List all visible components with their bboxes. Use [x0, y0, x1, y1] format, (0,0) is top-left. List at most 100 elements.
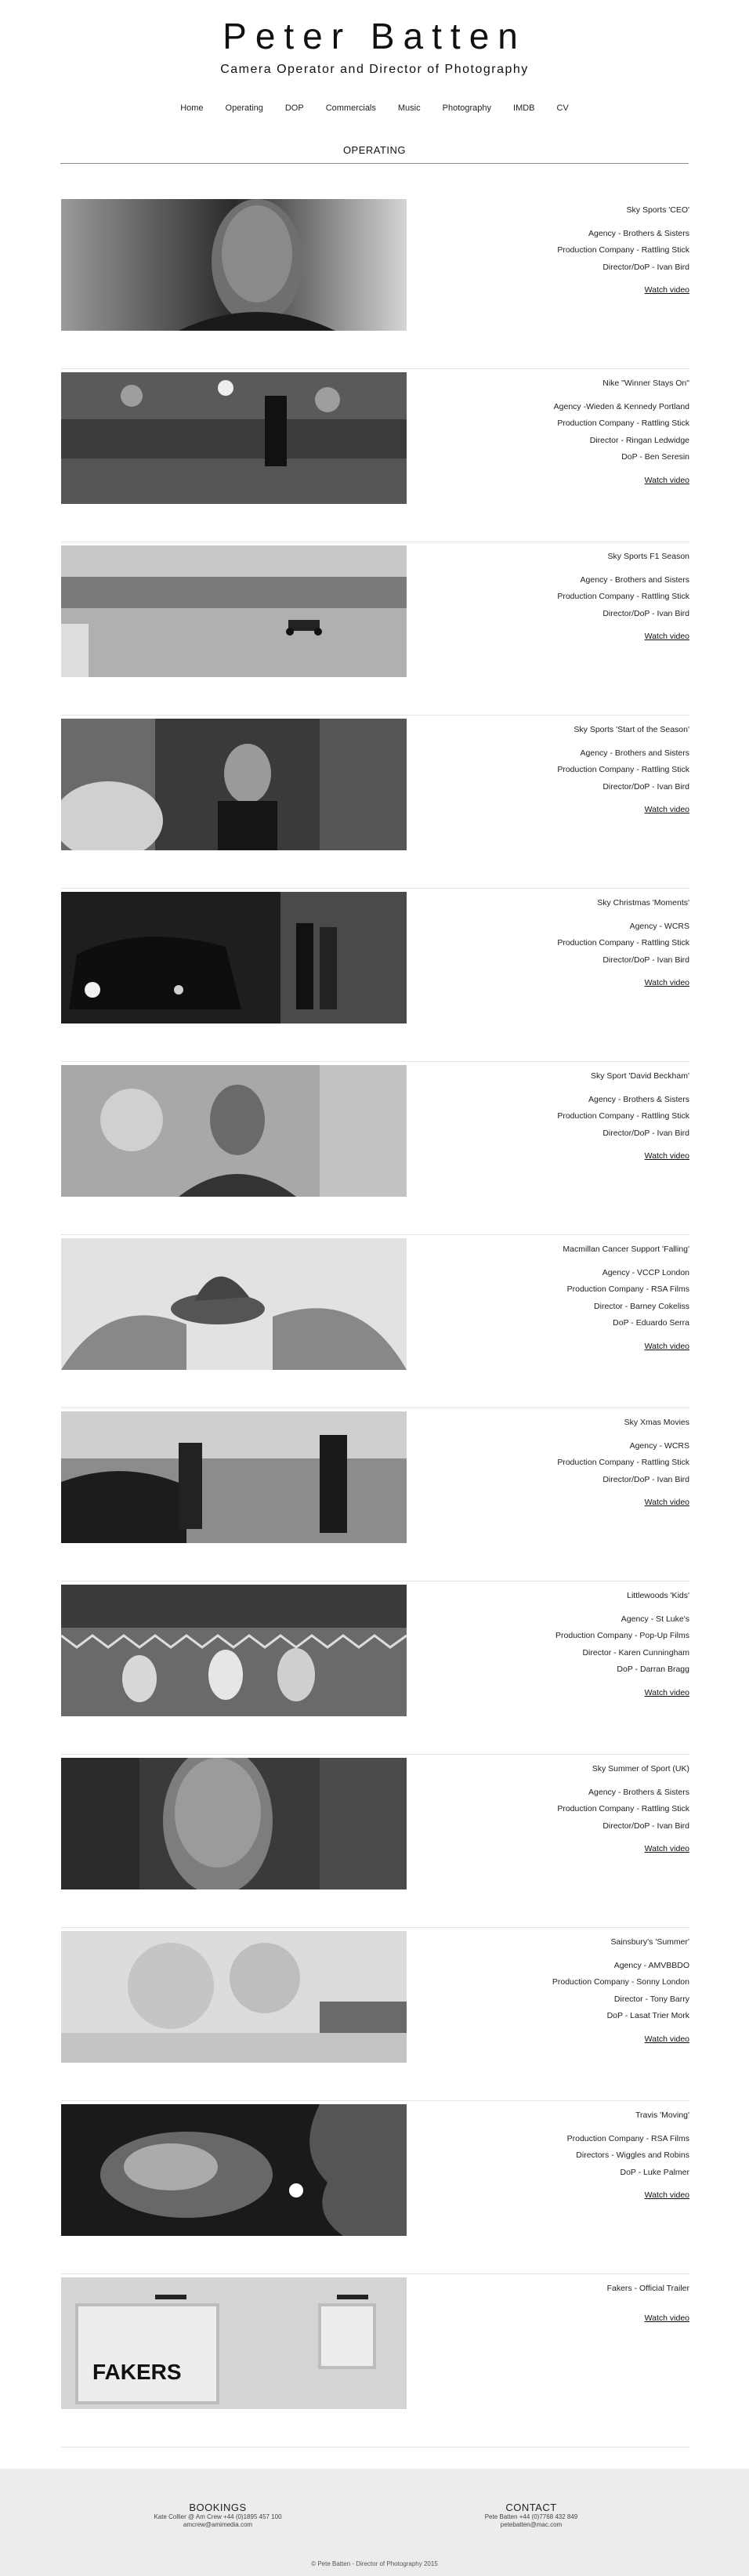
video-title: Sainsbury's 'Summer'	[610, 1937, 689, 1947]
bookings-agent: Kate Collier @ Am Crew +44 (0)1895 457 1…	[154, 2513, 282, 2520]
video-title: Sky Sports 'Start of the Season'	[574, 725, 689, 734]
taxi-night-street-image	[61, 892, 407, 1024]
video-title: Sky Christmas 'Moments'	[597, 898, 689, 908]
video-title: Sky Summer of Sport (UK)	[592, 1764, 689, 1773]
man-portrait-closeup-image	[61, 199, 407, 331]
credit-line: Agency - Brothers & Sisters	[588, 1787, 689, 1797]
nav-music[interactable]: Music	[387, 103, 432, 113]
credit-line: Production Company - RSA Films	[566, 1284, 689, 1294]
video-title: Nike "Winner Stays On"	[602, 379, 689, 388]
video-thumbnail[interactable]	[61, 199, 407, 331]
video-thumbnail[interactable]	[61, 372, 407, 504]
video-title: Travis 'Moving'	[635, 2110, 689, 2120]
credit-line: Agency - WCRS	[629, 1440, 689, 1451]
credit-line: Production Company - Rattling Stick	[557, 1111, 689, 1121]
man-portrait-flowers-image	[61, 1065, 407, 1197]
section-title: OPERATING	[342, 144, 407, 156]
video-title: Macmillan Cancer Support 'Falling'	[563, 1245, 689, 1254]
credit-line: Production Company - Rattling Stick	[557, 418, 689, 428]
credit-line: Director - Barney Cokeliss	[594, 1301, 689, 1311]
video-info: Fakers - Official Trailer Watch video	[607, 2281, 689, 2327]
video-thumbnail[interactable]	[61, 1931, 407, 2063]
bookings-email[interactable]: amcrew@amimedia.com	[100, 2521, 335, 2529]
nav-cv[interactable]: CV	[546, 103, 580, 113]
credit-line: DoP - Darran Bragg	[617, 1665, 689, 1674]
video-item: Sky Sports 'CEO' Agency - Brothers & Sis…	[61, 196, 689, 369]
site-subtitle: Camera Operator and Director of Photogra…	[220, 63, 529, 76]
nav-commercials[interactable]: Commercials	[315, 103, 387, 113]
nav-dop[interactable]: DOP	[274, 103, 315, 113]
video-list: Sky Sports 'CEO' Agency - Brothers & Sis…	[61, 196, 689, 2447]
video-thumbnail[interactable]	[61, 1065, 407, 1197]
credit-line: Director - Tony Barry	[613, 1994, 689, 2004]
watch-video-link[interactable]: Watch video	[645, 1148, 689, 1165]
smoke-profile-image	[61, 2104, 407, 2236]
video-thumbnail[interactable]	[61, 2104, 407, 2236]
video-info: Sky Sports 'CEO' Agency - Brothers & Sis…	[557, 202, 689, 299]
snow-street-image	[61, 1411, 407, 1543]
credit-line: Director/DoP - Ivan Bird	[602, 1474, 689, 1484]
section-divider	[60, 163, 689, 164]
credit-line: Director/DoP - Ivan Bird	[602, 1821, 689, 1831]
watch-video-link[interactable]: Watch video	[645, 1685, 689, 1702]
video-title: Sky Sports F1 Season	[607, 552, 689, 561]
watch-video-link[interactable]: Watch video	[645, 2031, 689, 2049]
contact-phone: Pete Batten +44 (0)7768 432 849	[484, 2513, 578, 2520]
credit-line: Director - Ringan Ledwidge	[589, 435, 689, 445]
watch-video-link[interactable]: Watch video	[645, 629, 689, 646]
credit-line: Production Company - Rattling Stick	[557, 938, 689, 947]
site-header: Peter Batten Camera Operator and Directo…	[0, 0, 749, 157]
video-thumbnail[interactable]	[61, 719, 407, 850]
credit-line: Production Company - Rattling Stick	[557, 1804, 689, 1813]
video-thumbnail[interactable]	[61, 545, 407, 677]
video-thumbnail[interactable]	[61, 892, 407, 1024]
video-info: Sky Sports 'Start of the Season' Agency …	[557, 722, 689, 819]
video-thumbnail[interactable]: FAKERS	[61, 2277, 407, 2409]
video-thumbnail[interactable]	[61, 1758, 407, 1889]
watch-video-link[interactable]: Watch video	[645, 1339, 689, 1356]
contact-block: CONTACT Pete Batten +44 (0)7768 432 849 …	[414, 2502, 649, 2529]
nav-home[interactable]: Home	[169, 103, 214, 113]
credit-line: Director/DoP - Ivan Bird	[602, 955, 689, 965]
contact-email[interactable]: petebatten@mac.com	[414, 2521, 649, 2529]
video-item: Sky Sports F1 Season Agency - Brothers a…	[61, 542, 689, 716]
video-thumbnail[interactable]	[61, 1585, 407, 1716]
footballer-stadium-image	[61, 372, 407, 504]
trees-bright-image	[61, 1931, 407, 2063]
credit-line: Production Company - Sonny London	[552, 1977, 689, 1987]
credit-line: Production Company - Rattling Stick	[557, 1458, 689, 1467]
watch-video-link[interactable]: Watch video	[645, 975, 689, 992]
watch-video-link[interactable]: Watch video	[645, 282, 689, 299]
credit-line: Director - Karen Cunningham	[582, 1647, 689, 1658]
contact-heading: CONTACT	[505, 2502, 557, 2513]
video-info: Sky Christmas 'Moments' Agency - WCRS Pr…	[557, 895, 689, 992]
playground-sky-image	[61, 1238, 407, 1370]
video-item: Macmillan Cancer Support 'Falling' Agenc…	[61, 1235, 689, 1408]
man-face-closeup-image	[61, 1758, 407, 1889]
video-thumbnail[interactable]	[61, 1238, 407, 1370]
watch-video-link[interactable]: Watch video	[645, 802, 689, 819]
bookings-heading: BOOKINGS	[189, 2502, 247, 2513]
fakers-sign-image: FAKERS	[61, 2277, 407, 2409]
site-title[interactable]: Peter Batten	[0, 16, 749, 56]
watch-video-link[interactable]: Watch video	[645, 2310, 689, 2328]
watch-video-link[interactable]: Watch video	[645, 1495, 689, 1512]
video-item: Littlewoods 'Kids' Agency - St Luke's Pr…	[61, 1581, 689, 1755]
credit-line: Director/DoP - Ivan Bird	[602, 1128, 689, 1138]
credit-line: Director/DoP - Ivan Bird	[602, 781, 689, 792]
video-title: Sky Sport 'David Beckham'	[591, 1071, 689, 1081]
nav-photography[interactable]: Photography	[432, 103, 502, 113]
watch-video-link[interactable]: Watch video	[645, 2187, 689, 2205]
nav-operating[interactable]: Operating	[215, 103, 274, 113]
watch-video-link[interactable]: Watch video	[645, 1841, 689, 1858]
video-info: Macmillan Cancer Support 'Falling' Agenc…	[563, 1241, 689, 1355]
credit-line: Production Company - Rattling Stick	[557, 765, 689, 774]
watch-video-link[interactable]: Watch video	[645, 473, 689, 490]
video-item: Sky Sport 'David Beckham' Agency - Broth…	[61, 1062, 689, 1235]
video-thumbnail[interactable]	[61, 1411, 407, 1543]
nav-imdb[interactable]: IMDB	[502, 103, 546, 113]
video-info: Nike "Winner Stays On" Agency -Wieden & …	[554, 375, 689, 489]
video-title: Sky Xmas Movies	[624, 1418, 689, 1427]
credit-line: Production Company - RSA Films	[566, 2133, 689, 2143]
credit-line: Agency - AMVBBDO	[613, 1960, 689, 1970]
